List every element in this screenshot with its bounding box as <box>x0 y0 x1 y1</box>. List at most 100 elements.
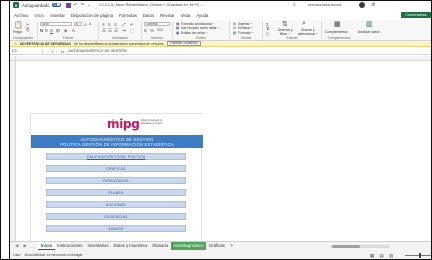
font-name-select[interactable]: Arial <box>40 22 72 26</box>
formula-input[interactable]: AUTODIAGNÓSTICO DE GESTIÓN <box>68 49 126 53</box>
sheet-tab-glosario[interactable]: Glosario <box>150 242 171 250</box>
orientation-icon[interactable]: ⤢ <box>122 22 126 27</box>
underline-icon[interactable]: S <box>50 28 53 33</box>
menu-insertar[interactable]: Insertar <box>50 13 65 18</box>
delete-cells-button[interactable]: Eliminar ~ <box>238 26 253 30</box>
quick-access-more-icon[interactable]: ⌄ <box>87 2 91 8</box>
search-icon[interactable]: ⌕ <box>293 2 296 8</box>
autosave-toggle[interactable]: Sí <box>51 2 61 8</box>
nav-button-graficas[interactable]: GRÁFICAS <box>46 165 186 172</box>
align-top-icon[interactable]: ≡ <box>102 22 105 27</box>
nav-button-resultados[interactable]: RESULTADOS <box>46 177 186 184</box>
menu-inicio[interactable]: Inicio <box>34 13 44 18</box>
sheet-tab-autodiagnostico[interactable]: Autodiagnóstico <box>170 242 207 250</box>
fill-color-icon[interactable]: ◈ <box>64 28 67 34</box>
nav-button-avance[interactable]: AVANCE <box>46 225 186 232</box>
nav-button-acciones[interactable]: ACCIONES <box>46 201 186 208</box>
redo-icon[interactable]: ↷ <box>80 2 84 8</box>
dashboard-panel: mipg Modelo Integrado de Planeación y Ge… <box>30 113 203 243</box>
menu-formulas[interactable]: Fórmulas <box>119 13 137 18</box>
align-center-icon[interactable]: ☰ <box>108 28 112 34</box>
analyze-data-button[interactable]: Analizar datos <box>358 30 380 34</box>
security-title: ADVERTENCIA DE SEGURIDAD <box>19 41 71 46</box>
enable-content-button[interactable]: Habilitar contenido <box>167 41 201 46</box>
font-size-select[interactable]: 6 <box>74 22 82 26</box>
nav-button-calificacion[interactable]: CALIFICACIÓN TOTAL POLÍTICA <box>46 153 186 160</box>
copy-icon[interactable]: ⎘ <box>26 27 30 32</box>
menu-ayuda[interactable]: Ayuda <box>196 13 208 18</box>
paste-icon[interactable]: 📋 <box>14 21 23 29</box>
insert-cells-icon[interactable]: ⊞ <box>233 22 236 26</box>
indent-icon[interactable]: ⇥ <box>122 28 126 34</box>
insert-function-icon[interactable]: fx <box>61 49 64 54</box>
italic-icon[interactable]: K <box>45 28 48 33</box>
comments-button[interactable]: Comentarios <box>401 11 431 18</box>
cell-styles-button[interactable]: Estilos de celda ~ <box>181 31 208 35</box>
menu-disposicion[interactable]: Disposición de página <box>71 13 113 18</box>
sheet-tab-instrucciones[interactable]: Instrucciones <box>55 242 85 250</box>
scrollbar-thumb[interactable] <box>332 245 360 248</box>
format-as-table-button[interactable]: Dar formato como tabla ~ <box>181 26 219 30</box>
insert-cells-button[interactable]: Insertar ~ <box>238 22 252 26</box>
sheet-tab-inventarios[interactable]: Inventarios <box>85 242 111 250</box>
merge-center-icon[interactable]: ⬚ <box>130 28 134 34</box>
tab-more-icon[interactable]: … <box>31 244 36 249</box>
align-left-icon[interactable]: ☰ <box>102 28 106 34</box>
autosave-state: Sí <box>53 3 57 8</box>
user-name[interactable]: veronica.tobar.munoz <box>308 3 341 7</box>
align-middle-icon[interactable]: ≡ <box>108 22 111 27</box>
group-cells: ⊞ Insertar ~ ⊟ Eliminar ~ ▤ Formato ~ Ce… <box>231 20 261 41</box>
conditional-format-button[interactable]: Formato condicional ~ <box>181 22 214 26</box>
sheet-tab-inicio[interactable]: Inicio <box>38 242 55 250</box>
add-sheet-icon[interactable]: + <box>230 243 233 249</box>
security-message: Se ha deshabilitado la actualización aut… <box>73 41 165 46</box>
view-mode-icons[interactable]: ▦ ▤ ▥ <box>370 253 395 259</box>
tab-prev-icon[interactable]: ◀ <box>15 243 18 249</box>
conditional-format-icon[interactable]: ▦ <box>176 22 179 26</box>
avatar[interactable] <box>359 1 365 8</box>
number-format-select[interactable]: General <box>144 22 170 26</box>
save-icon[interactable] <box>65 2 71 8</box>
menu-revisar[interactable]: Revisar <box>160 13 175 18</box>
tab-next-icon[interactable]: ▶ <box>23 243 26 249</box>
format-cells-icon[interactable]: ▤ <box>233 31 236 35</box>
addins-button[interactable]: Complementos <box>325 30 348 34</box>
zoom-slider-thumb[interactable] <box>419 252 421 258</box>
thousands-icon[interactable]: 000 <box>157 28 163 32</box>
name-box[interactable]: C3 <box>10 48 43 54</box>
addins-icon[interactable]: ▦ <box>334 20 341 28</box>
group-alignment: ≡ ≡ ≡ ⤢ ↵ ☰ ☰ ☰ ⇥ ⬚ Alineación <box>100 20 140 41</box>
menu-vista[interactable]: Vista <box>181 13 190 18</box>
delete-cells-icon[interactable]: ⊟ <box>233 26 236 30</box>
borders-icon[interactable]: ⊞ <box>56 28 60 34</box>
sheet-tab-datos[interactable]: Datos y muestreo <box>111 242 150 250</box>
currency-icon[interactable]: $ <box>144 28 146 33</box>
align-bottom-icon[interactable]: ≡ <box>114 22 117 27</box>
nav-button-planes[interactable]: PLANES <box>46 189 186 196</box>
zoom-slider[interactable] <box>405 252 432 258</box>
format-table-icon[interactable]: ▦ <box>176 26 179 30</box>
grow-font-icon[interactable]: A <box>84 22 87 27</box>
settings-icon[interactable]: ⚙ <box>371 2 375 8</box>
format-cells-button[interactable]: Formato ~ <box>238 31 254 35</box>
percent-icon[interactable]: % <box>150 28 154 33</box>
find-select-icon[interactable]: ⌕ <box>302 20 306 28</box>
shrink-font-icon[interactable]: A <box>89 22 91 26</box>
undo-icon[interactable]: ↶ <box>74 2 78 8</box>
nav-button-evidencias[interactable]: EVIDENCIAS <box>46 213 186 220</box>
font-color-icon[interactable]: A <box>72 28 75 33</box>
horizontal-scrollbar[interactable] <box>330 245 390 248</box>
align-right-icon[interactable]: ☰ <box>114 28 118 34</box>
group-number: General $ % 000 Número <box>143 20 171 41</box>
menu-datos[interactable]: Datos <box>143 13 154 18</box>
sort-filter-icon[interactable]: ⇅ <box>282 20 288 28</box>
group-cells-label: Celdas <box>240 36 252 40</box>
document-title[interactable]: 3.0-C1-I4_Micro-Rehabilitacion_Gestion +… <box>99 3 204 7</box>
formula-controls-icon[interactable]: ⋮ ✕ ✓ <box>46 49 58 54</box>
menu-archivo[interactable]: Archivo <box>14 13 28 18</box>
sheet-tab-graficas[interactable]: Gráficas <box>206 242 227 250</box>
accessibility-status[interactable]: Accesibilidad: es necesario investigar <box>24 253 82 257</box>
bold-icon[interactable]: N <box>40 28 43 33</box>
analyze-data-icon[interactable]: ▥ <box>366 20 373 28</box>
cell-styles-icon[interactable]: ▦ <box>176 31 179 35</box>
